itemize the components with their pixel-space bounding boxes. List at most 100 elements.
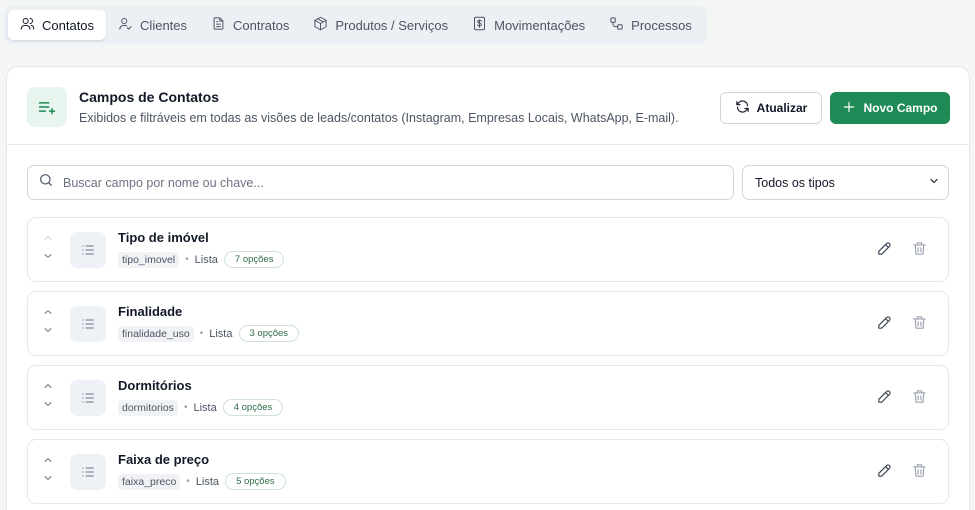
chevron-down-icon [44,402,52,406]
chevron-up-icon [44,310,52,314]
user-check-icon [118,16,133,34]
separator-dot: • [199,328,204,339]
separator-dot: • [185,254,189,265]
move-up-button[interactable] [42,454,56,466]
search-input[interactable] [63,175,703,190]
tab-label: Contatos [42,17,95,33]
tab-label: Clientes [140,17,188,33]
field-type: Lista [193,401,217,414]
delete-button[interactable] [911,240,928,262]
reorder-controls [42,306,56,342]
field-type: Lista [194,253,218,266]
workflow-icon [609,16,624,34]
field-key: faixa_preco [118,473,181,490]
reorder-controls [42,454,56,490]
field-type: Lista [209,327,233,340]
new-field-label: Novo Campo [863,101,938,115]
field-row[interactable]: Finalidade finalidade_uso • Lista 3 opçõ… [27,291,949,356]
delete-button[interactable] [911,388,928,410]
tab-label: Movimentações [494,17,586,33]
delete-button[interactable] [911,314,928,336]
file-text-icon [211,16,226,34]
field-name: Finalidade [118,304,183,319]
move-down-button[interactable] [42,398,56,410]
list-icon [70,380,106,416]
delete-button[interactable] [911,462,928,484]
field-row[interactable]: Tipo de imóvel tipo_imovel • Lista 7 opç… [27,217,949,282]
move-down-button[interactable] [42,250,56,262]
field-key: dormitorios [118,399,178,416]
move-up-button[interactable] [42,232,56,244]
users-icon [20,16,35,34]
new-field-button[interactable]: Novo Campo [830,92,950,124]
trash-icon [913,316,926,329]
search-icon [38,172,54,193]
move-up-button[interactable] [42,380,56,392]
reorder-controls [42,232,56,268]
pencil-icon [878,242,891,255]
edit-button[interactable] [876,462,893,484]
tab-movimentacoes[interactable]: Movimentações [460,10,597,40]
tab-contratos[interactable]: Contratos [199,10,301,40]
search-box[interactable] [27,165,734,200]
options-badge: 3 opções [238,325,300,342]
field-key: finalidade_uso [118,325,194,342]
card-header: Campos de Contatos Exibidos e filtráveis… [7,67,969,145]
plus-icon [842,100,856,117]
trash-icon [913,464,926,477]
field-meta: tipo_imovel • Lista 7 opções [118,251,285,268]
options-badge: 5 opções [225,473,286,490]
receipt-icon [472,16,487,34]
tab-label: Contratos [233,17,290,33]
tab-label: Processos [631,17,692,33]
move-down-button[interactable] [42,472,56,484]
tab-label: Produtos / Serviços [335,17,449,33]
chevron-down-icon [44,328,52,332]
chevron-down-icon [44,476,52,480]
move-up-button[interactable] [42,306,56,318]
row-actions [876,388,928,410]
list-icon [70,232,106,268]
chevron-up-icon [44,384,52,388]
field-name: Dormitórios [118,378,192,393]
trash-icon [913,242,926,255]
refresh-label: Atualizar [756,101,808,115]
separator-dot: • [183,402,188,413]
list-icon [70,454,106,490]
fields-card: Campos de Contatos Exibidos e filtráveis… [6,66,970,510]
pencil-icon [878,390,891,403]
field-key: tipo_imovel [118,251,180,268]
trash-icon [913,390,926,403]
edit-button[interactable] [876,240,893,262]
page-subtitle: Exibidos e filtráveis em todas as visões… [79,111,679,125]
field-meta: faixa_preco • Lista 5 opções [118,473,286,490]
options-badge: 7 opções [223,251,285,268]
type-filter-select[interactable]: Todos os tipos [742,165,949,200]
chevron-down-icon [928,175,940,190]
field-row[interactable]: Dormitórios dormitorios • Lista 4 opções [27,365,949,430]
field-type: Lista [195,475,220,488]
field-name: Faixa de preço [118,452,210,467]
tab-processos[interactable]: Processos [597,10,704,40]
tab-clientes[interactable]: Clientes [106,10,199,40]
chevron-up-icon [44,458,52,462]
options-badge: 4 opções [222,399,284,416]
row-actions [876,462,928,484]
pencil-icon [878,464,891,477]
tab-bar: Contatos Clientes Contratos Produtos / S… [4,6,707,44]
row-actions [876,314,928,336]
move-down-button[interactable] [42,324,56,336]
tab-contatos[interactable]: Contatos [8,10,107,40]
tab-produtos-servicos[interactable]: Produtos / Serviços [301,10,460,40]
page-title: Campos de Contatos [79,89,220,105]
field-row[interactable]: Faixa de preço faixa_preco • Lista 5 opç… [27,439,949,504]
chevron-down-icon [44,254,52,258]
refresh-button[interactable]: Atualizar [720,92,822,124]
field-meta: dormitorios • Lista 4 opções [118,399,284,416]
list-icon [70,306,106,342]
list-plus-icon [27,87,67,127]
edit-button[interactable] [876,388,893,410]
edit-button[interactable] [876,314,893,336]
reorder-controls [42,380,56,416]
field-name: Tipo de imóvel [118,230,209,245]
